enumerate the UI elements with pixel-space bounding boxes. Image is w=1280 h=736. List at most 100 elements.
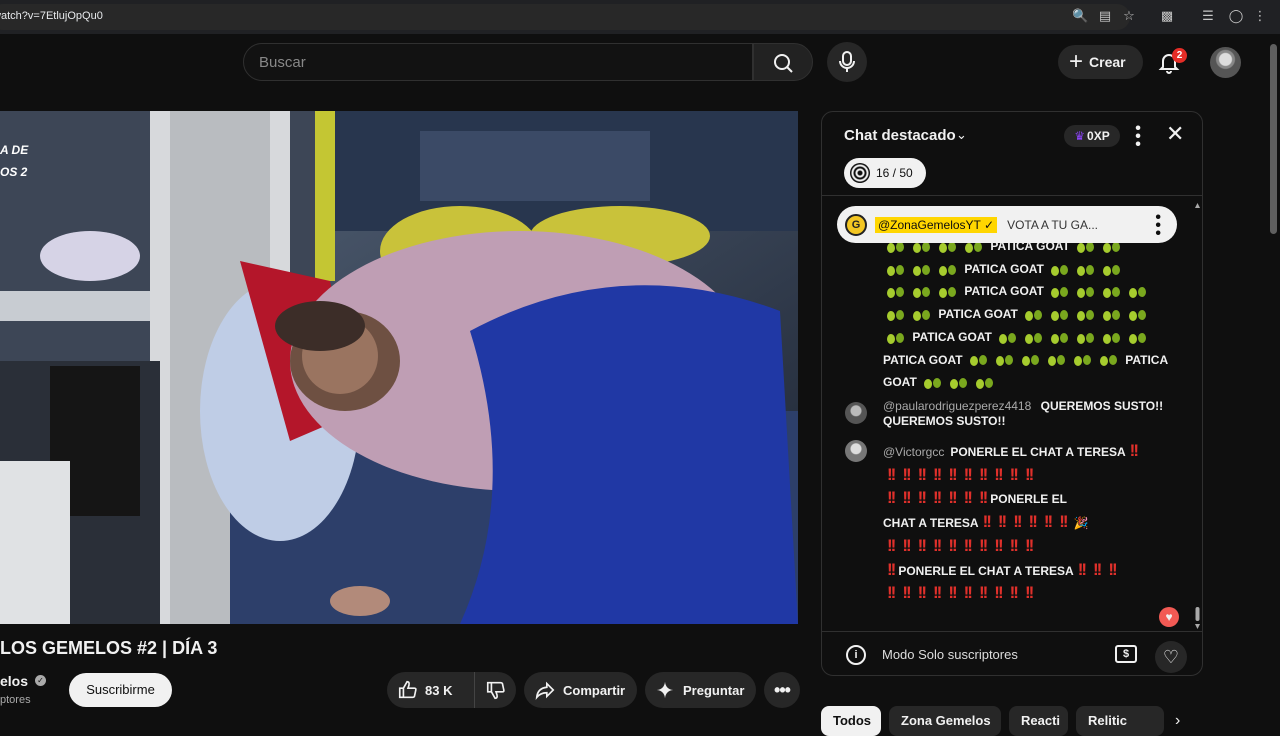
olive-emoji [1076, 286, 1096, 299]
double-exclamation-emoji: !! [887, 583, 896, 603]
patica-line: PATICA GOAT [883, 258, 1173, 281]
pinned-message[interactable]: G @ZonaGemelosYT ✓ VOTA A TU GA... • • • [837, 206, 1177, 243]
sparkle-icon [656, 681, 674, 699]
emoji-row: !!!!!!!!!!!!!! PONERLE EL [883, 487, 1173, 511]
chat-text: PONERLE EL CHAT A TERESA [950, 445, 1126, 459]
pinned-author: @ZonaGemelosYT ✓ [875, 216, 998, 233]
super-chat-icon[interactable]: $ [1115, 645, 1137, 663]
zoom-icon[interactable]: 🔍 [1072, 8, 1088, 24]
olive-emoji [1050, 309, 1070, 321]
profile-icon[interactable]: ◯ [1228, 8, 1244, 24]
olive-emoji [1102, 264, 1122, 276]
olive-emoji [1128, 309, 1148, 321]
url-text[interactable]: /watch?v=7EtlujOpQu0 [0, 10, 103, 22]
double-exclamation-emoji: !! [1024, 535, 1034, 555]
double-exclamation-emoji: !! [932, 535, 942, 555]
subscribers-only-mode-text: Modo Solo suscriptores [882, 647, 1018, 662]
extensions-icon[interactable]: ▩ [1159, 8, 1175, 24]
double-exclamation-emoji: !! [917, 488, 927, 508]
like-dislike-group: 83 K [387, 672, 516, 708]
page-scrollbar[interactable] [1270, 44, 1277, 234]
chevron-down-icon[interactable]: ⌄ [956, 127, 967, 143]
subscribe-button[interactable]: Suscribirme [69, 673, 172, 707]
verified-icon: ✓ [35, 675, 46, 686]
chip-relitic[interactable]: Relitic [1076, 706, 1164, 736]
chat-message-patica: PATICA GOAT PATICA GOAT PATICA GOAT PATI… [883, 235, 1173, 394]
olive-emoji [1099, 354, 1119, 367]
chat-options-icon[interactable]: • • • [1132, 121, 1144, 153]
double-exclamation-emoji: !! [902, 464, 911, 484]
like-button[interactable]: 83 K [387, 672, 475, 708]
olive-emoji [1024, 309, 1044, 321]
chat-messages[interactable]: G @ZonaGemelosYT ✓ VOTA A TU GA... • • • P… [822, 197, 1202, 631]
patica-line: PATICA GOAT [883, 280, 1173, 303]
bookmark-star-icon[interactable]: ☆ [1121, 8, 1137, 24]
share-button[interactable]: Compartir [524, 672, 637, 708]
info-icon[interactable]: i [846, 645, 866, 665]
chat-text: QUEREMOS SUSTO!! [883, 414, 1006, 428]
channel-name[interactable]: elos [0, 673, 28, 689]
chat-mode-title[interactable]: Chat destacado [844, 127, 956, 144]
chat-author[interactable]: @paularodriguezperez4418 [883, 399, 1031, 413]
olive-emoji [969, 354, 989, 367]
chip-all[interactable]: Todos [821, 706, 881, 736]
xp-badge[interactable]: ♛ 0XP [1064, 125, 1120, 147]
video-title: LOS GEMELOS #2 | DÍA 3 [0, 638, 218, 658]
double-exclamation-emoji: !! [932, 583, 942, 603]
emoji-row: CHAT A TERESA!!!!!!!!!!!! 🎉 [883, 511, 1173, 535]
double-exclamation-emoji: !! [963, 464, 973, 484]
double-exclamation-emoji: !! [932, 464, 942, 484]
double-exclamation-emoji: !! [1009, 583, 1019, 603]
chevron-right-icon[interactable]: › [1175, 712, 1180, 730]
plus-icon: + [1069, 48, 1084, 75]
voice-search-button[interactable] [827, 42, 867, 82]
ask-label: Preguntar [683, 682, 745, 698]
chat-text: PONERLE EL [990, 492, 1067, 507]
search-input[interactable]: Buscar [243, 43, 753, 81]
channel-watermark: A DE OS 2 [0, 139, 40, 183]
address-bar[interactable]: /watch?v=7EtlujOpQu0 [0, 4, 1130, 30]
olive-emoji [1102, 286, 1122, 299]
double-exclamation-emoji: !! [902, 583, 911, 603]
olive-emoji [1076, 264, 1096, 276]
chat-header: Chat destacado ⌄ ♛ 0XP • • • ✕ 16 / 50 [822, 112, 1202, 196]
chat-scrollbar[interactable] [1195, 202, 1200, 630]
account-avatar[interactable] [1210, 47, 1241, 78]
party-popper-emoji: 🎉 [1070, 516, 1089, 531]
olive-emoji [912, 286, 932, 299]
emoji-row: !!!!!!!!!!!!!!!!!!!! [883, 464, 1173, 488]
patica-line: PATICA GOAT [883, 303, 1173, 326]
double-exclamation-emoji: !! [997, 512, 1007, 532]
olive-emoji [938, 286, 958, 299]
close-icon[interactable]: ✕ [1166, 122, 1184, 146]
search-button[interactable] [753, 43, 813, 81]
double-exclamation-emoji: !! [994, 464, 1003, 484]
chip-zona-gemelos[interactable]: Zona Gemelos [889, 706, 1001, 736]
double-exclamation-emoji: !! [1077, 559, 1087, 579]
pinned-avatar: G [845, 213, 867, 236]
chat-text: CHAT A TERESA [883, 516, 979, 531]
patica-line: GOAT [883, 371, 1173, 394]
double-exclamation-emoji: !! [994, 583, 1003, 603]
create-button[interactable]: + Crear [1058, 45, 1143, 79]
chat-message-paula: @paularodriguezperez4418 QUEREMOS SUSTO!… [883, 399, 1173, 429]
media-controls-icon[interactable]: ☰ [1200, 8, 1216, 24]
pinned-options-icon[interactable]: • • • [1155, 210, 1161, 242]
olive-emoji [1024, 332, 1044, 344]
chip-reacti[interactable]: Reacti [1009, 706, 1068, 736]
ask-button[interactable]: Preguntar [645, 672, 756, 708]
chat-author[interactable]: @Victorgcc [883, 445, 944, 459]
video-player[interactable]: A DE OS 2 [0, 111, 798, 624]
olive-emoji [886, 309, 906, 321]
double-exclamation-emoji: !! [887, 464, 896, 484]
cast-icon[interactable]: ▤ [1097, 8, 1113, 24]
olive-emoji [1047, 354, 1067, 367]
more-actions-button[interactable]: ••• [764, 672, 800, 708]
double-exclamation-emoji: !! [978, 464, 988, 484]
heart-reaction-button[interactable]: ♡ [1155, 641, 1187, 673]
double-exclamation-emoji: !! [982, 512, 992, 532]
double-exclamation-emoji: !! [1009, 535, 1019, 555]
chat-goal-pill[interactable]: 16 / 50 [844, 158, 926, 188]
browser-menu-icon[interactable]: ⋮ [1252, 8, 1268, 24]
dislike-button[interactable] [475, 679, 516, 701]
